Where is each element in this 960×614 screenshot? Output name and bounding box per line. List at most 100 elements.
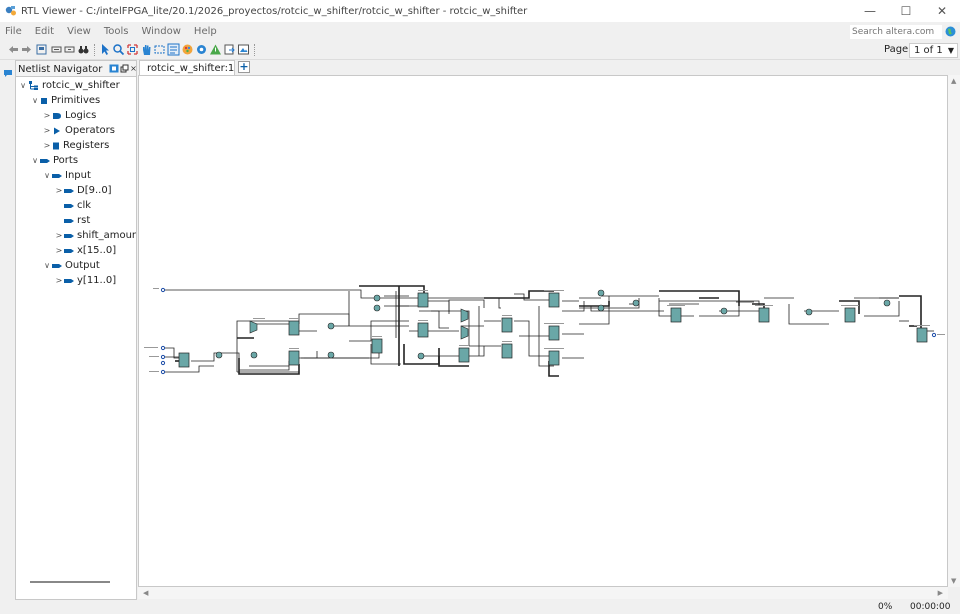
forward-arrow-icon[interactable] <box>20 43 33 56</box>
find-binoculars-icon[interactable] <box>77 43 90 56</box>
tree-item-logics[interactable]: > Logics <box>42 108 97 123</box>
tree-item-label: shift_amount <box>77 230 136 241</box>
zoom-icon[interactable] <box>112 43 125 56</box>
settings-gear-icon[interactable] <box>195 43 208 56</box>
tree-item-primitives[interactable]: ∨ Primitives <box>30 93 100 108</box>
elapsed-time: 00:00:00 <box>910 602 951 612</box>
menu-window[interactable]: Window <box>141 26 180 37</box>
expander-icon[interactable]: > <box>54 231 64 240</box>
schematic-canvas[interactable] <box>138 75 948 587</box>
expander-icon[interactable]: ∨ <box>42 171 52 180</box>
port-icon <box>52 173 62 178</box>
tab-rotcic-w-shifter[interactable]: rotcic_w_shifter:1 <box>139 60 235 75</box>
navigator-scrollbar[interactable] <box>30 581 110 583</box>
tree-item-label: Registers <box>63 140 110 151</box>
page-value: 1 of 1 <box>914 45 943 56</box>
tree-item-clk[interactable]: clk <box>54 198 91 213</box>
expander-icon[interactable]: > <box>54 186 64 195</box>
menu-tools[interactable]: Tools <box>104 26 129 37</box>
scroll-left-icon[interactable]: ◀ <box>143 589 148 597</box>
block-labels <box>144 288 945 372</box>
maximize-button[interactable]: ☐ <box>888 0 924 22</box>
netlist-layout-icon[interactable] <box>167 43 180 56</box>
io-ports <box>160 287 937 375</box>
tree-item-output[interactable]: ∨ Output <box>42 258 100 273</box>
expander-icon[interactable]: > <box>54 276 64 285</box>
navigator-header: Netlist Navigator × <box>16 61 137 77</box>
minimize-button[interactable]: — <box>852 0 888 22</box>
tree-item-label: rotcic_w_shifter <box>42 80 120 91</box>
menu-bar: File Edit View Tools Window Help <box>0 22 960 41</box>
hierarchy-up-icon[interactable] <box>35 43 48 56</box>
collapse-icon[interactable] <box>63 43 76 56</box>
tree-item-rotcic-w-shifter[interactable]: ∨ rotcic_w_shifter <box>18 78 120 93</box>
export-icon[interactable] <box>223 43 236 56</box>
port-icon <box>64 233 74 238</box>
pin-icon[interactable] <box>109 64 119 73</box>
page-select[interactable]: 1 of 1 ▼ <box>909 43 958 58</box>
tree-item-operators[interactable]: > Operators <box>42 123 115 138</box>
expander-icon[interactable]: ∨ <box>30 156 40 165</box>
selection-pointer-icon[interactable] <box>99 43 112 56</box>
expander-icon[interactable]: > <box>42 126 52 135</box>
logic-gate-icon <box>53 112 61 119</box>
tree-item-ports[interactable]: ∨ Ports <box>30 153 78 168</box>
menu-help[interactable]: Help <box>194 26 217 37</box>
vertical-scrollbar[interactable]: ▲ ▼ <box>948 75 960 587</box>
scroll-up-icon[interactable]: ▲ <box>951 77 956 85</box>
fit-window-icon[interactable] <box>126 43 139 56</box>
tree-item-input[interactable]: ∨ Input <box>42 168 91 183</box>
horizontal-scrollbar[interactable]: ◀ ▶ <box>138 587 948 599</box>
tree-item-x-port[interactable]: > x[15..0] <box>54 243 117 258</box>
port-icon <box>64 218 74 223</box>
globe-icon[interactable] <box>945 26 956 37</box>
tree-item-rst[interactable]: rst <box>54 213 90 228</box>
port-icon <box>40 158 50 163</box>
port-icon <box>64 203 74 208</box>
expander-icon[interactable]: > <box>42 111 52 120</box>
expander-icon[interactable]: ∨ <box>18 81 28 90</box>
expander-icon[interactable]: > <box>42 141 52 150</box>
title-bar: RTL Viewer - C:/intelFPGA_lite/20.1/2026… <box>0 0 960 22</box>
chevron-down-icon: ▼ <box>947 46 954 55</box>
scroll-down-icon[interactable]: ▼ <box>951 577 956 585</box>
expander-icon[interactable]: > <box>54 246 64 255</box>
print-image-icon[interactable] <box>237 43 250 56</box>
search-input[interactable] <box>850 25 942 39</box>
hand-pan-icon[interactable] <box>140 43 153 56</box>
left-dock-strip <box>0 60 15 600</box>
tree-item-label: Input <box>65 170 91 181</box>
port-icon <box>52 263 62 268</box>
page-label: Page: <box>884 44 912 55</box>
triangle-warning-icon[interactable] <box>209 43 222 56</box>
register-blocks <box>178 292 928 368</box>
rectangle-select-icon[interactable] <box>153 43 166 56</box>
expander-icon[interactable]: ∨ <box>30 96 40 105</box>
menu-file[interactable]: File <box>5 26 22 37</box>
rtl-viewer-app-icon <box>5 6 16 16</box>
chat-bubble-icon[interactable] <box>3 69 13 78</box>
tree-item-registers[interactable]: > Registers <box>42 138 110 153</box>
tree-item-shift-amount[interactable]: > shift_amount <box>54 228 136 243</box>
scroll-right-icon[interactable]: ▶ <box>938 589 943 597</box>
tree-item-y-port[interactable]: > y[11..0] <box>54 273 117 288</box>
progress-percent: 0% <box>878 602 893 612</box>
tab-label: rotcic_w_shifter:1 <box>147 62 235 74</box>
navigator-title: Netlist Navigator <box>18 64 103 75</box>
netlist-tree: ∨ rotcic_w_shifter ∨ Primitives > Logics… <box>16 77 136 589</box>
tree-item-label: Output <box>65 260 100 271</box>
port-icon <box>64 248 74 253</box>
tree-item-label: clk <box>77 200 92 211</box>
expand-icon[interactable] <box>50 43 63 56</box>
menu-view[interactable]: View <box>67 26 91 37</box>
tree-item-d-port[interactable]: > D[9..0] <box>54 183 112 198</box>
expander-icon[interactable]: ∨ <box>42 261 52 270</box>
window-title: RTL Viewer - C:/intelFPGA_lite/20.1/2026… <box>21 5 528 17</box>
rtl-schematic[interactable] <box>139 76 948 587</box>
color-palette-icon[interactable] <box>181 43 194 56</box>
close-button[interactable]: ✕ <box>924 0 960 22</box>
menu-edit[interactable]: Edit <box>35 26 54 37</box>
add-tab-button[interactable]: + <box>238 61 250 73</box>
back-arrow-icon[interactable] <box>7 43 20 56</box>
float-window-icon[interactable] <box>120 64 129 73</box>
